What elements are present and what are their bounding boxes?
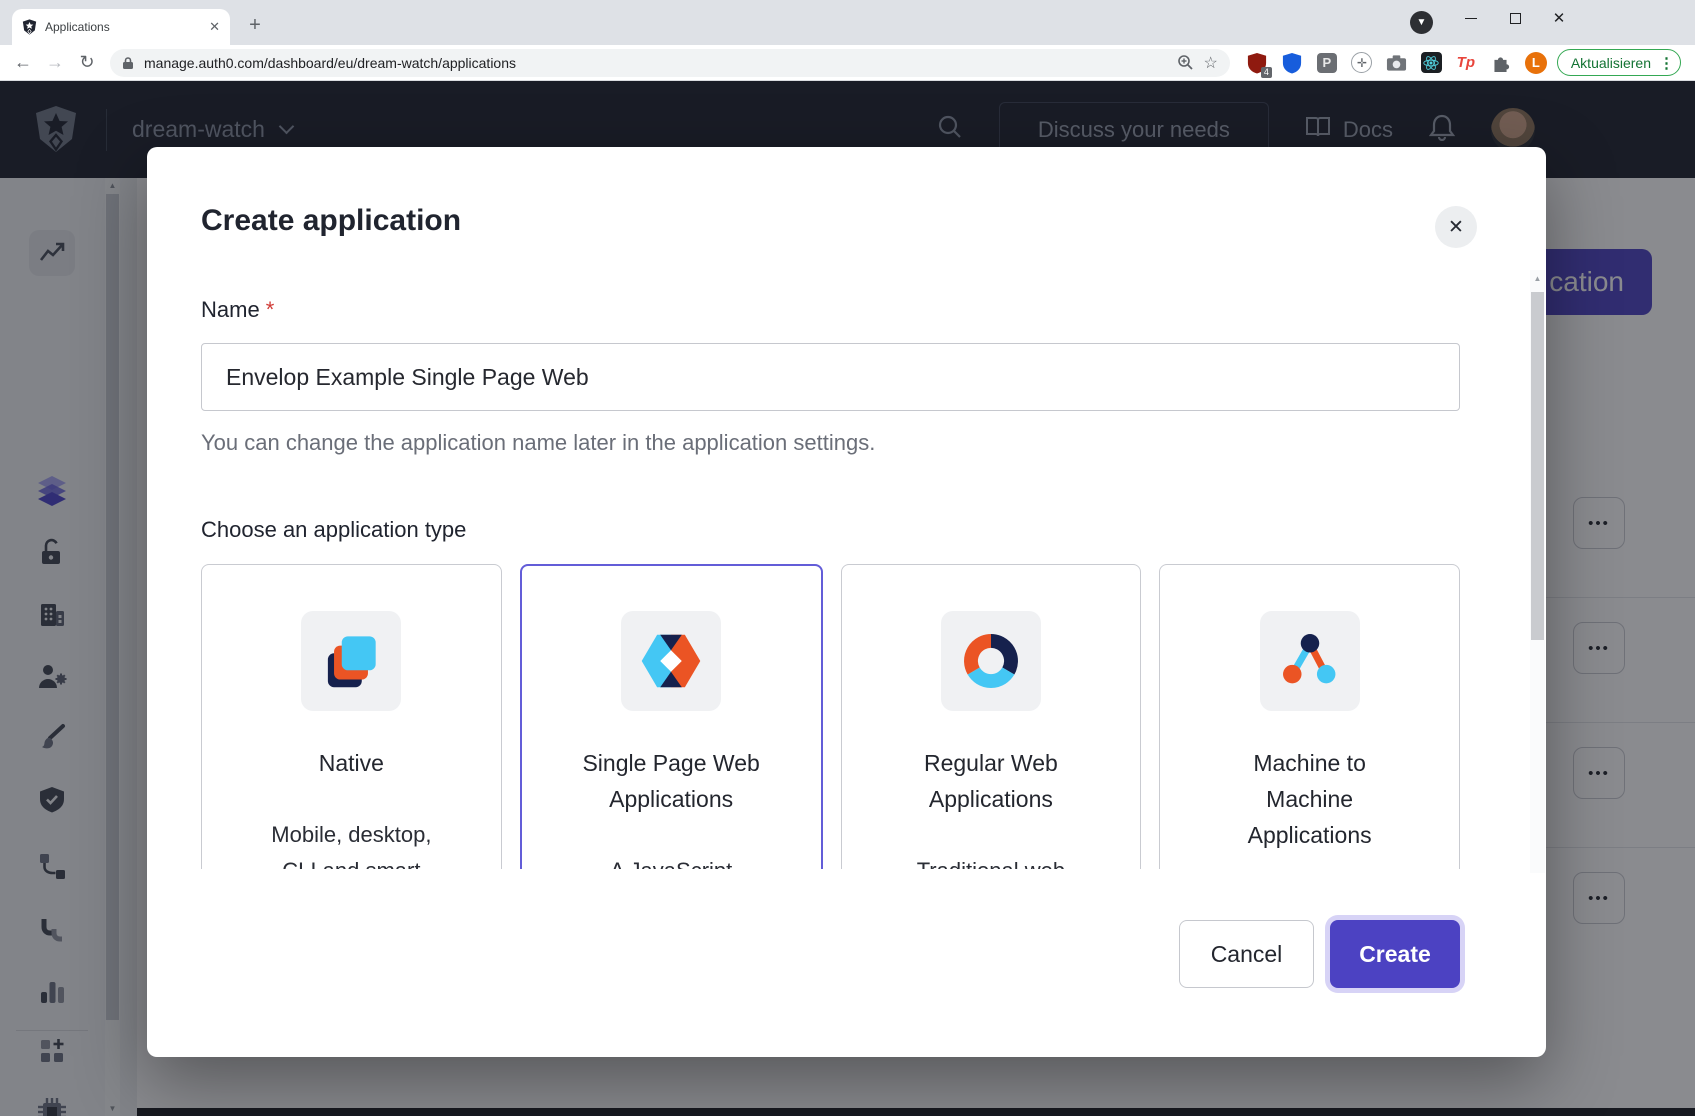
cancel-button[interactable]: Cancel	[1179, 920, 1314, 988]
adblock-extension-icon[interactable]: 4	[1246, 52, 1268, 74]
close-icon: ✕	[1448, 216, 1464, 239]
modal-close-button[interactable]: ✕	[1435, 206, 1477, 248]
tab-close-icon[interactable]: ✕	[209, 19, 220, 35]
application-type-heading: Choose an application type	[201, 517, 1460, 543]
forward-button[interactable]: →	[40, 48, 70, 78]
tab-bar: Applications ✕ + ▼ ✕	[0, 0, 1695, 45]
card-description: A JavaScript	[522, 853, 821, 869]
screenshot-extension-icon[interactable]	[1386, 52, 1408, 74]
native-app-icon	[301, 611, 401, 711]
browser-menu-dots-icon[interactable]: ⋮	[1659, 54, 1674, 72]
browser-toolbar: ← → ↻ manage.auth0.com/dashboard/eu/drea…	[0, 45, 1695, 81]
browser-update-caret-icon[interactable]: ▼	[1410, 11, 1433, 34]
url-text: manage.auth0.com/dashboard/eu/dream-watc…	[144, 55, 1167, 71]
extensions-puzzle-icon[interactable]	[1490, 52, 1512, 74]
zoom-icon[interactable]	[1177, 54, 1194, 71]
modal-scrollbar[interactable]: ▲	[1530, 270, 1545, 873]
window-minimize-button[interactable]	[1453, 4, 1489, 32]
type-card-machine-to-machine[interactable]: Machine to Machine Applications	[1159, 564, 1460, 869]
adblock-badge: 4	[1261, 67, 1272, 78]
modal-title: Create application	[201, 203, 461, 239]
required-marker: *	[266, 297, 275, 322]
privacy-extension-icon[interactable]: P	[1316, 52, 1338, 74]
spa-icon	[621, 611, 721, 711]
application-name-input[interactable]	[201, 343, 1460, 411]
card-title: Single Page Web Applications	[522, 745, 821, 817]
card-description: Mobile, desktop, CLI and smart	[202, 817, 501, 869]
browser-update-button[interactable]: Aktualisieren ⋮	[1557, 49, 1681, 76]
selector-extension-icon[interactable]: ✛	[1351, 52, 1373, 74]
modal-scrollbar-thumb[interactable]	[1531, 292, 1544, 640]
card-title: Native	[202, 745, 501, 781]
card-title: Machine to Machine Applications	[1160, 745, 1459, 853]
react-devtools-extension-icon[interactable]	[1421, 52, 1442, 73]
scroll-up-icon[interactable]: ▲	[1530, 274, 1545, 283]
m2m-icon	[1260, 611, 1360, 711]
reload-button[interactable]: ↻	[72, 48, 102, 78]
type-card-regular-web[interactable]: Regular Web Applications Traditional web	[841, 564, 1142, 869]
modal-scroll-area: Name* You can change the application nam…	[147, 270, 1546, 873]
tp-extension-icon[interactable]: Tp	[1455, 52, 1477, 74]
create-button[interactable]: Create	[1330, 920, 1460, 988]
extensions-row: 4 P ✛ Tp L	[1238, 52, 1555, 74]
lock-icon	[122, 56, 134, 70]
type-card-single-page-web[interactable]: Single Page Web Applications A JavaScrip…	[520, 564, 823, 869]
regular-web-icon	[941, 611, 1041, 711]
create-application-modal: Create application ✕ Name* You can chang…	[147, 147, 1546, 1057]
window-maximize-button[interactable]	[1497, 4, 1533, 32]
name-help-text: You can change the application name late…	[201, 428, 1460, 458]
type-card-native[interactable]: Native Mobile, desktop, CLI and smart	[201, 564, 502, 869]
auth0-favicon-icon	[22, 19, 37, 35]
bitwarden-extension-icon[interactable]	[1281, 52, 1303, 74]
name-field-label: Name*	[201, 297, 1460, 323]
bookmark-star-icon[interactable]: ☆	[1204, 53, 1218, 73]
card-description: Traditional web	[842, 853, 1141, 869]
window-close-button[interactable]: ✕	[1541, 4, 1577, 32]
address-bar[interactable]: manage.auth0.com/dashboard/eu/dream-watc…	[110, 49, 1230, 77]
new-tab-button[interactable]: +	[242, 12, 268, 38]
modal-footer: Cancel Create	[1179, 920, 1460, 988]
browser-profile-avatar[interactable]: L	[1525, 52, 1547, 74]
browser-window: Applications ✕ + ▼ ✕ ← → ↻ manage.auth0.…	[0, 0, 1695, 1116]
back-button[interactable]: ←	[8, 48, 38, 78]
application-type-cards: Native Mobile, desktop, CLI and smart Si…	[201, 564, 1460, 869]
card-title: Regular Web Applications	[842, 745, 1141, 817]
tab-title: Applications	[45, 20, 201, 34]
tab-applications[interactable]: Applications ✕	[12, 9, 230, 45]
